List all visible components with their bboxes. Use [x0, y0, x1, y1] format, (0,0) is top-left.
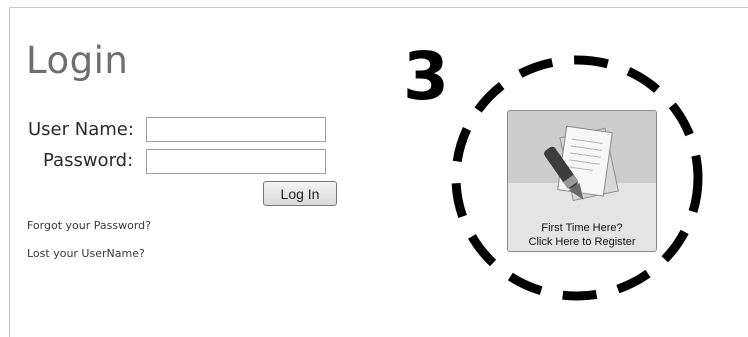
login-button[interactable]: Log In [263, 181, 337, 206]
lost-username-link[interactable]: Lost your UserName? [27, 247, 145, 260]
forgot-password-link[interactable]: Forgot your Password? [27, 219, 151, 232]
register-button[interactable]: First Time Here? Click Here to Register [507, 110, 657, 252]
password-label: Password: [43, 150, 134, 171]
username-label: User Name: [28, 119, 134, 140]
username-input[interactable] [146, 117, 326, 142]
page-title: Login [26, 39, 129, 82]
register-text-line2: Click Here to Register [528, 236, 636, 248]
step-number-annotation: 3 [403, 38, 449, 115]
password-input[interactable] [146, 149, 326, 174]
document-pen-icon [544, 125, 619, 202]
register-text-line1: First Time Here? [541, 222, 623, 234]
